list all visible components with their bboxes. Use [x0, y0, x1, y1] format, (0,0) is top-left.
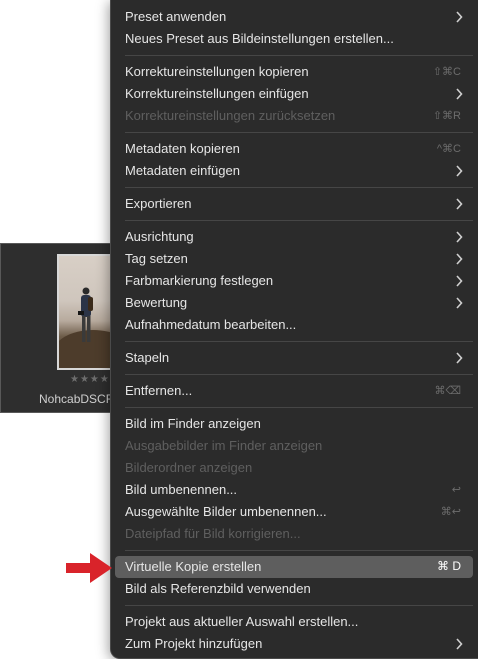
chevron-right-icon — [456, 275, 463, 287]
menu-item-label: Virtuelle Kopie erstellen — [125, 559, 262, 574]
menu-item-bild-im-finder[interactable]: Bild im Finder anzeigen — [115, 413, 473, 435]
menu-item-shortcut: ↩ — [451, 484, 461, 496]
menu-item-referenzbild[interactable]: Bild als Referenzbild verwenden — [115, 578, 473, 600]
menu-separator — [125, 220, 473, 221]
menu-separator — [125, 341, 473, 342]
menu-item-label: Metadaten kopieren — [125, 141, 240, 156]
chevron-right-icon — [456, 231, 463, 243]
menu-item-label: Bild als Referenzbild verwenden — [125, 581, 311, 596]
menu-item-preset-anwenden[interactable]: Preset anwenden — [115, 6, 473, 28]
menu-item-shortcut: ⌘ D — [437, 559, 461, 573]
menu-item-label: Entfernen... — [125, 383, 193, 398]
menu-item-label: Exportieren — [125, 196, 192, 211]
menu-item-korrektur-kopieren[interactable]: Korrektureinstellungen kopieren ⇧⌘C — [115, 61, 473, 83]
chevron-right-icon — [456, 11, 463, 23]
menu-item-metadaten-kopieren[interactable]: Metadaten kopieren ^⌘C — [115, 138, 473, 160]
chevron-right-icon — [456, 253, 463, 265]
menu-item-label: Zum Projekt hinzufügen — [125, 636, 263, 651]
menu-item-shortcut: ^⌘C — [436, 143, 461, 155]
menu-item-metadaten-einfuegen[interactable]: Metadaten einfügen — [115, 160, 473, 182]
context-menu: Preset anwenden Neues Preset aus Bildein… — [110, 0, 478, 659]
menu-item-shortcut: ⇧⌘C — [432, 66, 461, 78]
menu-item-label: Korrektureinstellungen zurücksetzen — [125, 108, 336, 123]
thumbnail-filename: NohcabDSCF1 — [39, 392, 120, 406]
chevron-right-icon — [456, 638, 463, 650]
rating-stars[interactable]: ★★★★ — [70, 374, 110, 385]
menu-separator — [125, 55, 473, 56]
menu-item-korrektur-einfuegen[interactable]: Korrektureinstellungen einfügen — [115, 83, 473, 105]
menu-item-label: Projekt aus aktueller Auswahl erstellen.… — [125, 614, 359, 629]
menu-separator — [125, 550, 473, 551]
menu-item-label: Bild umbenennen... — [125, 482, 238, 497]
menu-item-farbmarkierung[interactable]: Farbmarkierung festlegen — [115, 270, 473, 292]
menu-item-korrektur-zuruecksetzen: Korrektureinstellungen zurücksetzen ⇧⌘R — [115, 105, 473, 127]
chevron-right-icon — [456, 198, 463, 210]
menu-item-label: Korrektureinstellungen einfügen — [125, 86, 309, 101]
menu-item-label: Bewertung — [125, 295, 188, 310]
menu-item-dateipfad-korrigieren: Dateipfad für Bild korrigieren... — [115, 523, 473, 545]
menu-item-label: Ausgabebilder im Finder anzeigen — [125, 438, 323, 453]
menu-item-stapeln[interactable]: Stapeln — [115, 347, 473, 369]
menu-item-label: Ausgewählte Bilder umbenennen... — [125, 504, 327, 519]
menu-item-aufnahmedatum[interactable]: Aufnahmedatum bearbeiten... — [115, 314, 473, 336]
chevron-right-icon — [456, 352, 463, 364]
menu-separator — [125, 605, 473, 606]
photo-thumbnail[interactable] — [57, 254, 117, 370]
menu-item-ausrichtung[interactable]: Ausrichtung — [115, 226, 473, 248]
menu-item-label: Neues Preset aus Bildeinstellungen erste… — [125, 31, 394, 46]
menu-item-label: Farbmarkierung festlegen — [125, 273, 274, 288]
menu-item-ausgewaehlte-umbenennen[interactable]: Ausgewählte Bilder umbenennen... ⌘↩ — [115, 501, 473, 523]
menu-item-projekt-erstellen[interactable]: Projekt aus aktueller Auswahl erstellen.… — [115, 611, 473, 633]
menu-item-bewertung[interactable]: Bewertung — [115, 292, 473, 314]
menu-item-ausgabebilder-im-finder: Ausgabebilder im Finder anzeigen — [115, 435, 473, 457]
red-arrow-icon — [66, 553, 112, 583]
menu-item-label: Bild im Finder anzeigen — [125, 416, 261, 431]
menu-item-label: Preset anwenden — [125, 9, 227, 24]
menu-item-shortcut: ⌘⌫ — [434, 385, 461, 397]
menu-separator — [125, 187, 473, 188]
menu-item-zum-projekt-hinzufuegen[interactable]: Zum Projekt hinzufügen — [115, 633, 473, 655]
menu-item-bild-umbenennen[interactable]: Bild umbenennen... ↩ — [115, 479, 473, 501]
menu-separator — [125, 407, 473, 408]
menu-separator — [125, 132, 473, 133]
menu-item-label: Tag setzen — [125, 251, 188, 266]
menu-item-shortcut: ⌘↩ — [440, 506, 461, 518]
menu-item-label: Aufnahmedatum bearbeiten... — [125, 317, 297, 332]
menu-item-label: Ausrichtung — [125, 229, 194, 244]
menu-item-virtuelle-kopie[interactable]: Virtuelle Kopie erstellen ⌘ D — [115, 556, 473, 578]
menu-item-label: Korrektureinstellungen kopieren — [125, 64, 309, 79]
menu-item-entfernen[interactable]: Entfernen... ⌘⌫ — [115, 380, 473, 402]
menu-item-bilderordner-anzeigen: Bilderordner anzeigen — [115, 457, 473, 479]
menu-separator — [125, 374, 473, 375]
chevron-right-icon — [456, 165, 463, 177]
menu-item-tag-setzen[interactable]: Tag setzen — [115, 248, 473, 270]
chevron-right-icon — [456, 88, 463, 100]
chevron-right-icon — [456, 297, 463, 309]
menu-item-exportieren[interactable]: Exportieren — [115, 193, 473, 215]
thumbnail-person-figure — [78, 287, 93, 342]
menu-item-label: Bilderordner anzeigen — [125, 460, 253, 475]
menu-item-label: Stapeln — [125, 350, 170, 365]
menu-item-label: Metadaten einfügen — [125, 163, 240, 178]
menu-item-shortcut: ⇧⌘R — [432, 110, 461, 122]
menu-item-label: Dateipfad für Bild korrigieren... — [125, 526, 301, 541]
menu-item-neues-preset[interactable]: Neues Preset aus Bildeinstellungen erste… — [115, 28, 473, 50]
